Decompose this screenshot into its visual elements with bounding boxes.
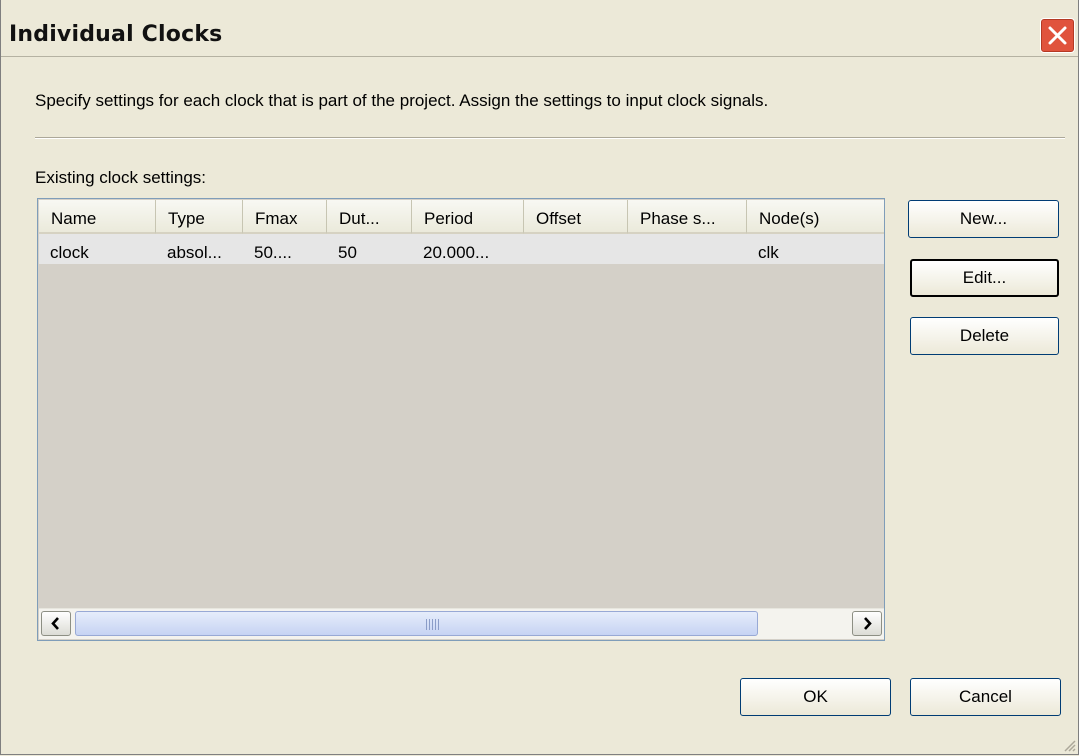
column-header-offset[interactable]: Offset [524, 200, 628, 234]
list-header: Name Type Fmax Dut... Period Offset Phas… [39, 200, 884, 234]
cell-phase-shift [628, 234, 747, 264]
chevron-right-icon [864, 617, 872, 630]
intro-text: Specify settings for each clock that is … [35, 91, 769, 110]
list-label: Existing clock settings: [35, 168, 207, 187]
cancel-button[interactable]: Cancel [910, 678, 1061, 716]
title-bar: Individual Clocks [1, 0, 1078, 57]
cell-fmax: 50.... [254, 243, 292, 262]
cell-type: absol... [167, 243, 222, 262]
horizontal-scrollbar[interactable] [39, 608, 884, 639]
column-header-duty[interactable]: Dut... [327, 200, 412, 234]
cell-period: 20.000... [423, 243, 490, 262]
column-header-name[interactable]: Name [39, 200, 156, 234]
separator [35, 137, 1065, 139]
column-header-fmax[interactable]: Fmax [243, 200, 327, 234]
close-button[interactable] [1040, 18, 1075, 53]
column-header-phase-shift[interactable]: Phase s... [628, 200, 747, 234]
window-title: Individual Clocks [9, 22, 223, 47]
scrollbar-thumb[interactable] [75, 611, 758, 636]
table-row[interactable]: clock absol... 50.... 50 20.000... clk [39, 234, 884, 264]
clock-settings-list[interactable]: Name Type Fmax Dut... Period Offset Phas… [37, 198, 885, 641]
cell-offset [524, 234, 628, 264]
individual-clocks-dialog: Individual Clocks Specify settings for e… [0, 0, 1079, 755]
scroll-right-button[interactable] [852, 611, 882, 636]
resize-grip-icon[interactable] [1062, 738, 1076, 752]
ok-button[interactable]: OK [740, 678, 891, 716]
cell-duty: 50 [338, 243, 357, 262]
list-rows: clock absol... 50.... 50 20.000... clk [39, 234, 884, 264]
close-icon [1048, 26, 1067, 45]
edit-button[interactable]: Edit... [910, 259, 1059, 297]
column-header-period[interactable]: Period [412, 200, 524, 234]
scroll-left-button[interactable] [41, 611, 71, 636]
cell-name: clock [50, 243, 89, 262]
new-button[interactable]: New... [908, 200, 1059, 238]
chevron-left-icon [51, 617, 59, 630]
cell-nodes: clk [758, 243, 779, 262]
scrollbar-grip [426, 619, 440, 630]
delete-button[interactable]: Delete [910, 317, 1059, 355]
column-header-type[interactable]: Type [156, 200, 243, 234]
column-header-nodes[interactable]: Node(s) [747, 200, 884, 234]
